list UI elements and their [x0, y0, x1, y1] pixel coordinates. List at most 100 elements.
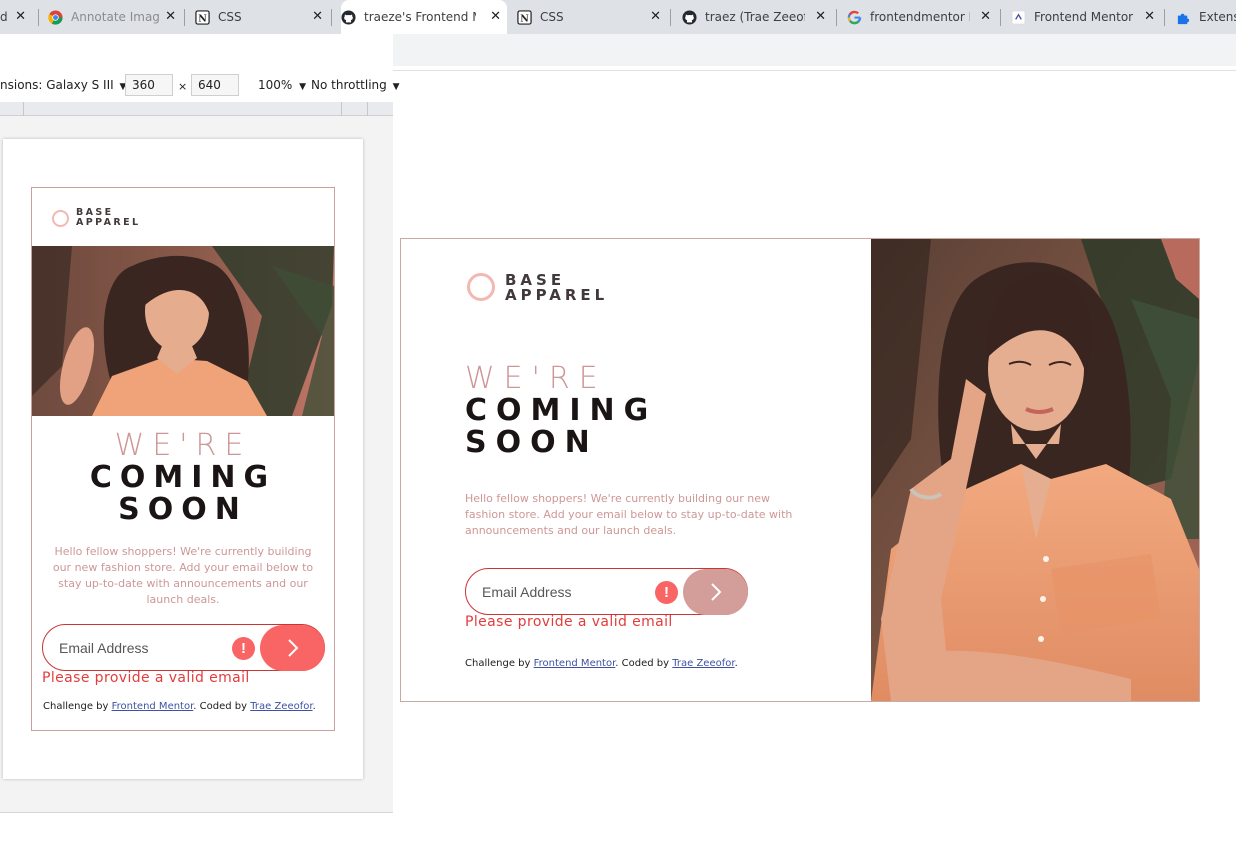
frontendmentor-icon: [1011, 9, 1026, 25]
mobile-page-card: BASE APPAREL WE'RE COMING SOON Hello fel…: [31, 187, 335, 731]
credit-prefix: Challenge by: [43, 701, 112, 712]
tab-frontend-mentor-active[interactable]: traeze's Frontend Me ✕: [341, 0, 507, 34]
tab-extensions[interactable]: Extens: [1176, 0, 1236, 34]
throttle-label: No throttling: [311, 78, 387, 92]
tab-label: CSS: [218, 10, 242, 24]
desktop-attribution: Challenge by Frontend Mentor. Coded by T…: [465, 658, 738, 669]
tab-separator: [38, 9, 39, 26]
tab-separator: [184, 9, 185, 26]
devtools-top-strip: [0, 34, 393, 68]
close-icon[interactable]: ✕: [980, 10, 991, 24]
github-icon: [341, 9, 356, 25]
mobile-email-input[interactable]: Email Address: [59, 640, 148, 656]
devtools-bottom-panel: [0, 812, 393, 868]
browser-tab-strip: d ✕ Annotate Imag ✕ N CSS ✕ traeze's Fro…: [0, 0, 1236, 34]
error-icon: !: [655, 581, 678, 604]
zoom-label: 100%: [258, 78, 293, 92]
notion-icon: N: [195, 9, 210, 25]
tab-separator: [1164, 9, 1165, 26]
tab-partial[interactable]: d ✕: [0, 0, 36, 34]
tab-separator: [1000, 9, 1001, 26]
close-icon[interactable]: ✕: [312, 10, 323, 24]
device-ruler: [0, 102, 393, 116]
tab-github-traez[interactable]: traez (Trae Zeeofor ✕: [682, 0, 832, 34]
tab-css-notion-2[interactable]: N CSS ✕: [517, 0, 667, 34]
mobile-error-message: Please provide a valid email: [42, 670, 250, 686]
desktop-submit-button[interactable]: [683, 569, 748, 615]
screenshot-root: d ✕ Annotate Imag ✕ N CSS ✕ traeze's Fro…: [0, 0, 1236, 868]
mobile-email-form: Email Address !: [42, 624, 325, 671]
desktop-page-card: BASE APPAREL WE'RE COMING SOON Hello fel…: [400, 238, 1200, 702]
desktop-email-form: Email Address !: [465, 568, 748, 615]
chevron-right-icon: [710, 583, 721, 601]
desktop-email-input[interactable]: Email Address: [482, 584, 571, 600]
tab-label: traez (Trae Zeeofor: [705, 10, 805, 24]
device-height-input[interactable]: 640: [191, 74, 239, 96]
tab-separator: [670, 9, 671, 26]
close-icon[interactable]: ✕: [15, 10, 26, 24]
svg-text:N: N: [198, 13, 207, 24]
tab-label: CSS: [540, 10, 564, 24]
svg-text:N: N: [520, 13, 529, 24]
credit-mid: . Coded by: [193, 701, 251, 712]
device-label: nsions: Galaxy S III: [0, 78, 114, 92]
desktop-headline-light: WE'RE: [465, 361, 607, 396]
error-icon: !: [232, 637, 255, 660]
desktop-error-message: Please provide a valid email: [465, 614, 673, 630]
desktop-description: Hello fellow shoppers! We're currently b…: [465, 492, 793, 537]
author-link[interactable]: Trae Zeeofor: [672, 658, 734, 669]
tab-google-search[interactable]: frontendmentor Ba ✕: [847, 0, 997, 34]
tab-css-notion[interactable]: N CSS ✕: [195, 0, 329, 34]
close-icon[interactable]: ✕: [1144, 10, 1155, 24]
tab-label: Annotate Imag: [71, 10, 160, 24]
logo-line-2: APPAREL: [76, 216, 141, 228]
tab-label: traeze's Frontend Me: [364, 10, 476, 24]
tab-label: d: [0, 10, 8, 24]
logo-circle-icon: [467, 273, 495, 301]
mobile-headline-bold-2: SOON: [118, 492, 248, 527]
mobile-submit-button[interactable]: [260, 625, 325, 671]
device-select[interactable]: nsions: Galaxy S III ▼: [0, 78, 126, 92]
browser-toolbar-divider: [393, 66, 1236, 71]
zoom-select[interactable]: 100% ▼: [258, 78, 306, 92]
mobile-device-frame: BASE APPAREL WE'RE COMING SOON Hello fel…: [3, 139, 363, 779]
caret-down-icon: ▼: [392, 82, 400, 92]
mobile-headline-light: WE'RE: [114, 428, 252, 463]
google-icon: [847, 10, 862, 25]
tab-separator: [836, 9, 837, 26]
device-width-input[interactable]: 360: [125, 74, 173, 96]
tab-label: Extens: [1199, 10, 1236, 24]
chevron-right-icon: [287, 639, 298, 657]
caret-down-icon: ▼: [299, 82, 307, 92]
credit-suffix: .: [312, 701, 316, 712]
credit-mid: . Coded by: [615, 658, 673, 669]
chrome-icon: [48, 9, 63, 25]
credit-suffix: .: [734, 658, 738, 669]
times-icon: ×: [178, 80, 188, 93]
close-icon[interactable]: ✕: [490, 10, 501, 24]
close-icon[interactable]: ✕: [815, 10, 826, 24]
desktop-hero-image: [871, 239, 1199, 701]
frontend-mentor-link[interactable]: Frontend Mentor: [534, 658, 616, 669]
throttle-select[interactable]: No throttling ▼: [311, 78, 400, 92]
close-icon[interactable]: ✕: [650, 10, 661, 24]
close-icon[interactable]: ✕: [165, 10, 176, 24]
device-toolbar: nsions: Galaxy S III ▼ 360 × 640 100% ▼ …: [0, 68, 400, 102]
tab-label: frontendmentor Ba: [870, 10, 970, 24]
desktop-headline-bold-1: COMING: [465, 393, 658, 428]
notion-icon: N: [517, 9, 532, 25]
github-icon: [682, 9, 697, 25]
desktop-headline-bold-2: SOON: [465, 425, 599, 460]
author-link[interactable]: Trae Zeeofor: [250, 701, 312, 712]
tab-label: Frontend Mentor |: [1034, 10, 1138, 24]
tab-frontend-mentor[interactable]: Frontend Mentor | ✕: [1011, 0, 1161, 34]
mobile-headline-bold-1: COMING: [89, 460, 277, 495]
logo-circle-icon: [52, 210, 69, 227]
tab-annotate-image[interactable]: Annotate Imag ✕: [48, 0, 182, 34]
credit-prefix: Challenge by: [465, 658, 534, 669]
mobile-attribution: Challenge by Frontend Mentor. Coded by T…: [43, 701, 316, 712]
tab-separator: [331, 9, 332, 26]
frontend-mentor-link[interactable]: Frontend Mentor: [112, 701, 194, 712]
mobile-hero-image: [32, 246, 334, 416]
logo-line-2: APPAREL: [505, 286, 609, 304]
